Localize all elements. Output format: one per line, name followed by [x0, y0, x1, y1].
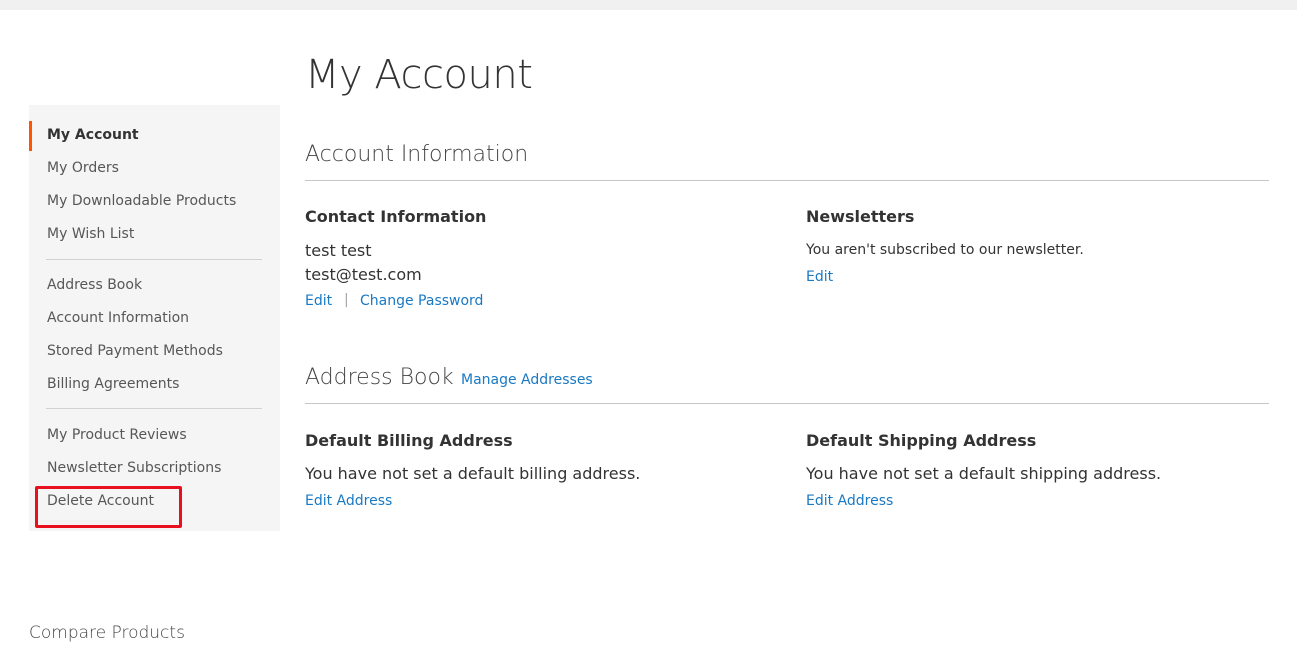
billing-address-text: You have not set a default billing addre… [305, 464, 641, 483]
shipping-address-text: You have not set a default shipping addr… [806, 464, 1162, 483]
newsletters-title: Newsletters [806, 207, 915, 226]
top-strip [0, 0, 1297, 10]
customer-email: test@test.com [305, 265, 422, 284]
edit-newsletter-link[interactable]: Edit [806, 269, 833, 285]
default-shipping-address-title: Default Shipping Address [806, 431, 1037, 450]
link-separator: | [344, 292, 349, 308]
sidebar-item-newsletter-subscriptions[interactable]: Newsletter Subscriptions [47, 459, 221, 477]
edit-contact-link[interactable]: Edit [305, 293, 332, 309]
sidebar-item-wish-list[interactable]: My Wish List [47, 225, 134, 243]
page-title: My Account [305, 52, 533, 98]
sidebar-item-downloadable-products[interactable]: My Downloadable Products [47, 192, 236, 210]
contact-information-title: Contact Information [305, 207, 487, 226]
newsletter-status: You aren't subscribed to our newsletter. [806, 242, 1084, 258]
delete-account-highlight [35, 486, 182, 528]
sidebar-item-billing-agreements[interactable]: Billing Agreements [47, 375, 179, 393]
customer-name: test test [305, 241, 372, 260]
sidebar-item-my-orders[interactable]: My Orders [47, 159, 119, 177]
compare-products-title: Compare Products [29, 623, 185, 643]
account-information-title: Account Information [305, 142, 529, 167]
sidebar-divider [46, 408, 262, 409]
address-book-title: Address Book [305, 365, 454, 390]
sidebar-divider [46, 259, 262, 260]
edit-billing-address-link[interactable]: Edit Address [305, 493, 392, 509]
sidebar-item-my-account[interactable]: My Account [47, 126, 139, 144]
sidebar-item-address-book[interactable]: Address Book [47, 276, 142, 294]
sidebar-item-stored-payment-methods[interactable]: Stored Payment Methods [47, 342, 223, 360]
current-item-marker [29, 121, 32, 151]
change-password-link[interactable]: Change Password [360, 293, 483, 309]
section-divider [305, 180, 1269, 181]
section-divider [305, 403, 1269, 404]
sidebar-item-product-reviews[interactable]: My Product Reviews [47, 426, 187, 444]
manage-addresses-link[interactable]: Manage Addresses [461, 372, 593, 388]
edit-shipping-address-link[interactable]: Edit Address [806, 493, 893, 509]
account-sidebar: My Account My Orders My Downloadable Pro… [29, 105, 280, 531]
sidebar-item-account-information[interactable]: Account Information [47, 309, 189, 327]
default-billing-address-title: Default Billing Address [305, 431, 513, 450]
